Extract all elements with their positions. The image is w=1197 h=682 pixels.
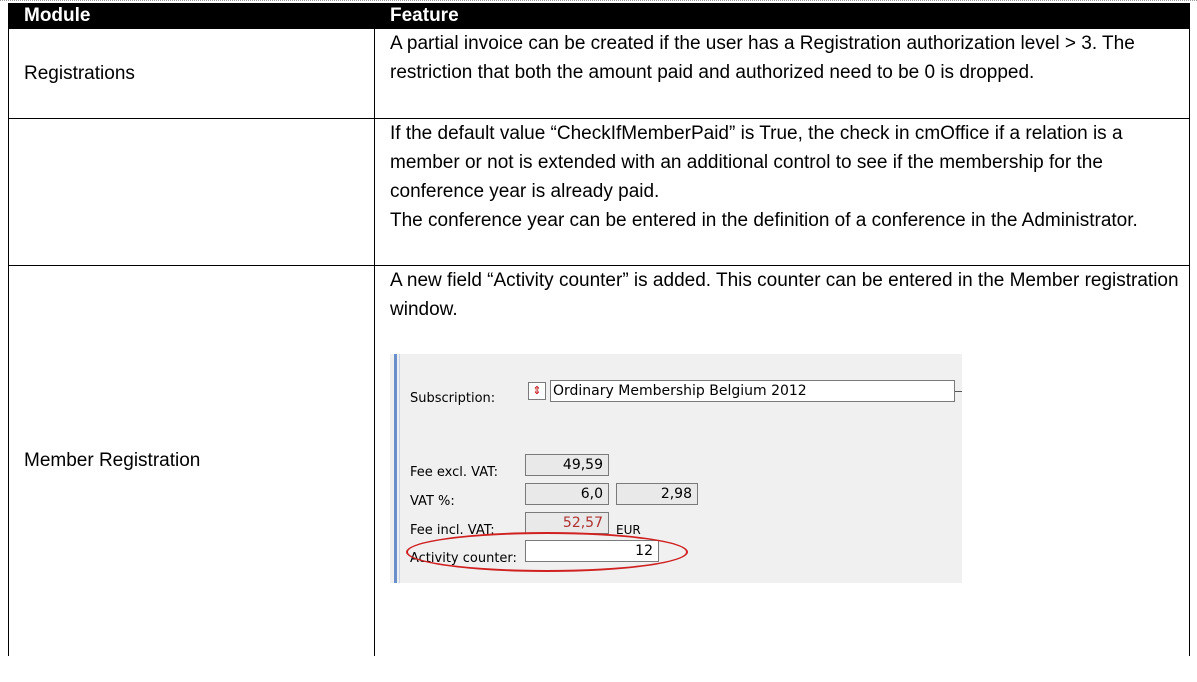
embedded-screenshot: Subscription: ⇕ Ordinary Membership Belg…	[390, 354, 962, 583]
table-header-row: Module Feature	[8, 3, 1190, 29]
feature-table: Module Feature Registrations A partial i…	[8, 3, 1190, 656]
feature-header: Feature	[374, 3, 1190, 29]
module-header: Module	[8, 3, 375, 29]
feature-text: The conference year can be entered in th…	[390, 210, 1138, 231]
top-dotted-line	[0, 0, 1197, 1]
fee-incl-field: 52,57	[525, 512, 609, 534]
feature-cell: A new field “Activity counter” is added.…	[374, 265, 1190, 656]
window-edge-inner	[399, 354, 400, 583]
fee-excl-field: 49,59	[525, 454, 609, 476]
table-row: Registrations A partial invoice can be c…	[8, 28, 1190, 119]
highlight-oval	[406, 532, 688, 572]
vat-pct-label: VAT %:	[410, 494, 455, 509]
vat-pct-field: 6,0	[525, 483, 609, 505]
window-edge	[394, 354, 397, 583]
feature-cell: A partial invoice can be created if the …	[374, 28, 1190, 119]
table-row: If the default value “CheckIfMemberPaid”…	[8, 118, 1190, 266]
module-cell: Registrations	[8, 28, 375, 119]
feature-text: A new field “Activity counter” is added.…	[390, 270, 1179, 320]
fee-excl-label: Fee excl. VAT:	[410, 465, 498, 480]
feature-cell: If the default value “CheckIfMemberPaid”…	[374, 118, 1190, 266]
subscription-select-icon[interactable]: ⇕	[528, 382, 546, 400]
subscription-field[interactable]: Ordinary Membership Belgium 2012	[550, 380, 955, 402]
module-cell: Member Registration	[8, 265, 375, 656]
feature-text: A partial invoice can be created if the …	[390, 33, 1135, 83]
table-row: Member Registration A new field “Activit…	[8, 265, 1190, 656]
subscription-tail	[955, 391, 962, 392]
module-cell	[8, 118, 375, 266]
vat-amount-field: 2,98	[616, 483, 698, 505]
feature-text: If the default value “CheckIfMemberPaid”…	[390, 123, 1123, 202]
subscription-label: Subscription:	[410, 391, 496, 406]
